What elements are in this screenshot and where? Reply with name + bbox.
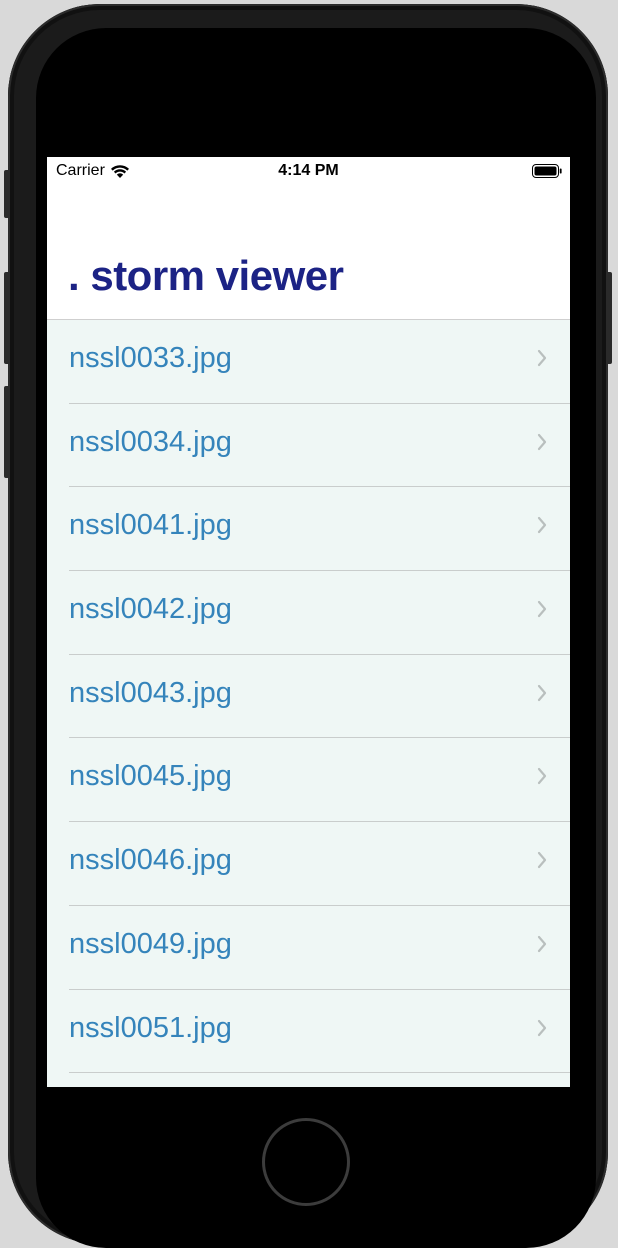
home-button[interactable] (262, 1118, 350, 1206)
chevron-right-icon (537, 349, 547, 367)
status-bar: Carrier 4:14 PM (47, 157, 570, 187)
list-item-label: nssl0045.jpg (69, 760, 232, 793)
chevron-right-icon (537, 517, 547, 534)
list-item[interactable]: nssl0033.jpg (47, 320, 570, 404)
chevron-right-icon (537, 852, 547, 869)
screen: Carrier 4:14 PM . storm viewer nssl0033.… (47, 157, 570, 1087)
image-list[interactable]: nssl0033.jpg nssl0034.jpg nssl0041.jpg nssl… (47, 320, 570, 1087)
chevron-right-icon (537, 684, 547, 701)
list-item-label: nssl0043.jpg (69, 676, 232, 709)
mute-switch (4, 170, 10, 218)
list-item[interactable]: nssl0034.jpg (47, 404, 570, 488)
volume-down-button (4, 386, 10, 478)
list-item-label: nssl0049.jpg (69, 927, 232, 960)
page-title: . storm viewer (68, 252, 344, 299)
list-item-label: nssl0034.jpg (69, 425, 232, 458)
list-item-label: nssl0046.jpg (69, 844, 232, 877)
battery-icon (532, 164, 562, 178)
chevron-right-icon (537, 600, 547, 618)
list-item-label: nssl0033.jpg (69, 342, 232, 374)
list-item-label: nssl0042.jpg (69, 593, 232, 626)
list-item[interactable]: nssl0042.jpg (47, 571, 570, 655)
chevron-right-icon (537, 433, 547, 450)
list-item-label: nssl0051.jpg (69, 1011, 232, 1044)
list-item-label: nssl0041.jpg (69, 509, 232, 542)
list-item[interactable]: nssl0045.jpg (47, 738, 570, 823)
list-item[interactable]: nssl0046.jpg (47, 822, 570, 906)
power-button (606, 272, 612, 364)
list-item[interactable]: nssl0051.jpg (47, 990, 570, 1074)
row-separator (69, 1072, 570, 1074)
list-item[interactable]: nssl0041.jpg (47, 487, 570, 572)
list-item[interactable]: nssl0043.jpg (47, 655, 570, 739)
status-time: 4:14 PM (278, 162, 339, 179)
chevron-right-icon (537, 768, 547, 785)
list-item[interactable]: nssl0049.jpg (47, 906, 570, 990)
volume-up-button (4, 272, 10, 364)
chevron-right-icon (537, 935, 547, 952)
chevron-right-icon (537, 1019, 547, 1036)
